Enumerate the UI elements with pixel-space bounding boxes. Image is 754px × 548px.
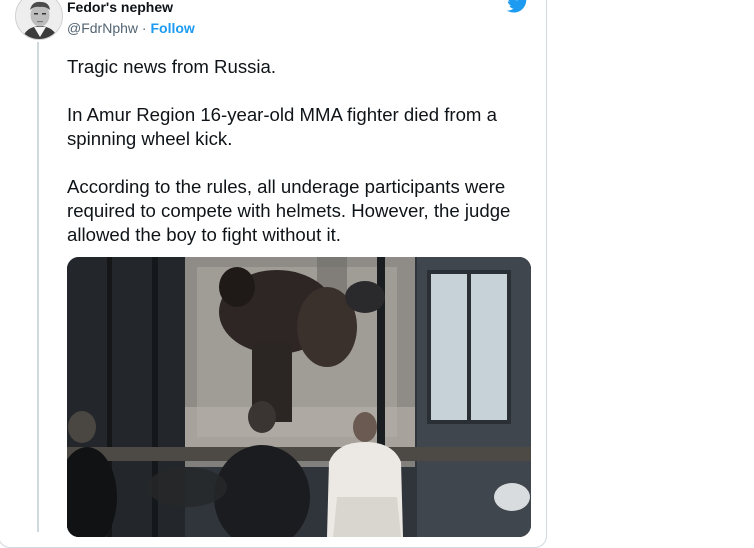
twitter-bird-icon[interactable] xyxy=(506,0,529,14)
handle-separator: · xyxy=(138,20,151,36)
author-handle[interactable]: @FdrNphw xyxy=(67,20,138,36)
thread-line xyxy=(37,42,39,532)
tweet-text: Tragic news from Russia. In Amur Region … xyxy=(67,56,511,245)
video-frame-image xyxy=(67,257,531,537)
follow-button[interactable]: Follow xyxy=(150,20,194,36)
author-name[interactable]: Fedor's nephew xyxy=(67,0,173,15)
tweet-video-thumbnail[interactable] xyxy=(67,257,531,537)
author-handle-row: @FdrNphw · Follow xyxy=(67,20,195,36)
